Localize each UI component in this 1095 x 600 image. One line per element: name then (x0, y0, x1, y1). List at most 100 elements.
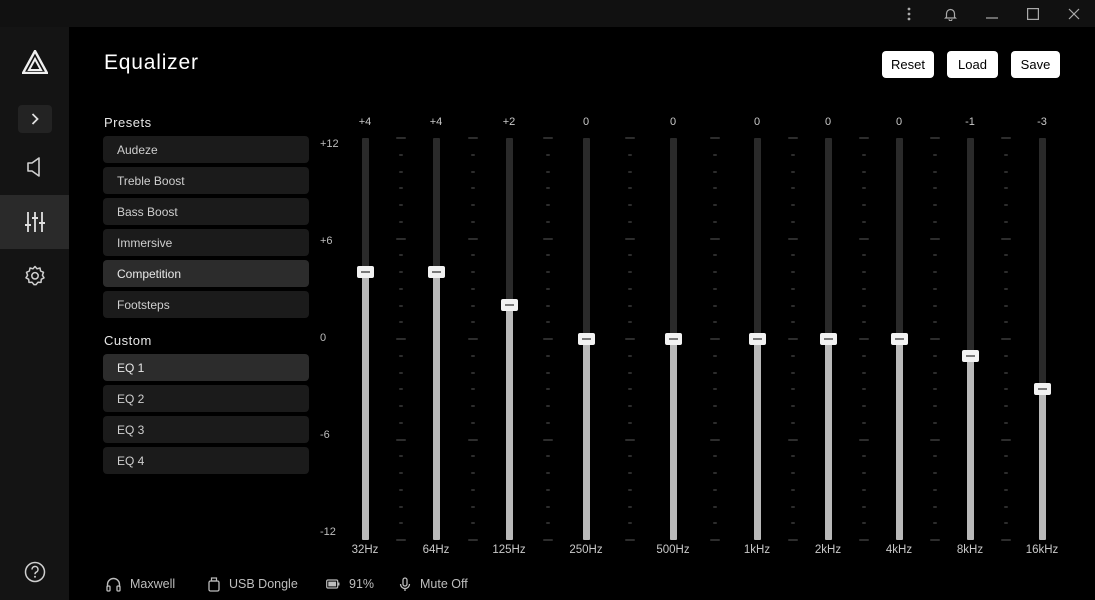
eq-slider-handle[interactable] (665, 333, 682, 345)
save-button[interactable]: Save (1011, 51, 1060, 78)
preset-item-bass-boost[interactable]: Bass Boost (103, 198, 309, 225)
eq-tick (395, 238, 406, 240)
eq-tick (932, 372, 937, 374)
eq-slider-track[interactable] (357, 138, 374, 540)
eq-tick (398, 187, 403, 189)
eq-tick (1004, 187, 1008, 189)
eq-scale-ticks (710, 137, 720, 541)
eq-slider-track[interactable] (962, 138, 979, 540)
eq-scale-ticks (929, 137, 940, 541)
eq-tick (861, 355, 866, 357)
minimize-icon[interactable] (972, 0, 1012, 27)
preset-item-treble-boost[interactable]: Treble Boost (103, 167, 309, 194)
custom-item-eq1[interactable]: EQ 1 (103, 354, 309, 381)
sidebar-item-settings[interactable] (0, 251, 69, 301)
eq-tick (398, 288, 403, 290)
eq-tick (542, 439, 553, 441)
maximize-icon[interactable] (1013, 0, 1053, 27)
eq-slider-handle[interactable] (749, 333, 766, 345)
eq-slider-track[interactable] (578, 138, 595, 540)
eq-tick (470, 187, 475, 189)
eq-band-frequency: 125Hz (492, 544, 526, 556)
status-mic: Mute Off (399, 575, 468, 593)
eq-tick (398, 321, 403, 323)
eq-tick (545, 204, 550, 206)
sliders-icon (24, 212, 45, 232)
eq-tick (470, 388, 475, 390)
custom-item-eq4[interactable]: EQ 4 (103, 447, 309, 474)
eq-slider-track[interactable] (1034, 138, 1051, 540)
sidebar-item-audio[interactable] (0, 142, 69, 192)
eq-slider-track[interactable] (501, 138, 518, 540)
load-button[interactable]: Load (947, 51, 998, 78)
custom-item-eq2[interactable]: EQ 2 (103, 385, 309, 412)
eq-tick (1004, 154, 1008, 156)
eq-tick (861, 321, 866, 323)
eq-slider-handle[interactable] (357, 266, 374, 278)
eq-band: -3 16kHz (1022, 110, 1062, 570)
eq-tick (1004, 506, 1008, 508)
eq-tick (932, 154, 937, 156)
eq-tick (790, 388, 795, 390)
eq-slider-track[interactable] (891, 138, 908, 540)
sidebar-item-equalizer[interactable] (0, 195, 69, 249)
eq-tick (398, 221, 403, 223)
eq-tick (627, 372, 632, 374)
eq-slider-track[interactable] (428, 138, 445, 540)
eq-tick (790, 171, 795, 173)
eq-tick (713, 506, 717, 508)
logo-icon (0, 37, 69, 87)
preset-item-immersive[interactable]: Immersive (103, 229, 309, 256)
eq-tick (627, 221, 632, 223)
eq-tick (790, 305, 795, 307)
sidebar (0, 27, 69, 600)
eq-tick (627, 388, 632, 390)
eq-slider-handle[interactable] (891, 333, 908, 345)
eq-slider-track[interactable] (749, 138, 766, 540)
eq-tick (790, 271, 795, 273)
preset-item-competition[interactable]: Competition (103, 260, 309, 287)
eq-tick (932, 288, 937, 290)
eq-band: 0 1kHz (737, 110, 777, 570)
eq-slider-track[interactable] (665, 138, 682, 540)
status-connection: USB Dongle (208, 575, 298, 593)
sidebar-item-help[interactable] (0, 547, 69, 597)
custom-item-eq3[interactable]: EQ 3 (103, 416, 309, 443)
eq-tick (627, 472, 632, 474)
expand-sidebar-button[interactable] (18, 105, 52, 133)
eq-tick (627, 455, 632, 457)
eq-tick (545, 522, 550, 524)
eq-band-value: -3 (1037, 116, 1047, 128)
eq-slider-handle[interactable] (962, 350, 979, 362)
eq-tick (1001, 238, 1011, 240)
close-icon[interactable] (1054, 0, 1094, 27)
eq-slider-handle[interactable] (578, 333, 595, 345)
eq-slider-handle[interactable] (1034, 383, 1051, 395)
eq-tick (932, 455, 937, 457)
eq-scale-ticks (542, 137, 553, 541)
reset-button[interactable]: Reset (882, 51, 934, 78)
eq-tick (545, 321, 550, 323)
eq-slider-fill (1039, 389, 1046, 540)
more-vertical-icon[interactable] (889, 0, 929, 27)
eq-tick (470, 522, 475, 524)
eq-scale-ticks (787, 137, 798, 541)
eq-tick (932, 522, 937, 524)
eq-band-value: -1 (965, 116, 975, 128)
eq-slider-track[interactable] (820, 138, 837, 540)
eq-band-value: 0 (669, 116, 677, 128)
eq-slider-handle[interactable] (820, 333, 837, 345)
eq-slider-handle[interactable] (428, 266, 445, 278)
eq-tick (790, 489, 795, 491)
eq-tick (710, 238, 720, 240)
preset-item-audeze[interactable]: Audeze (103, 136, 309, 163)
bell-icon[interactable] (930, 0, 970, 27)
eq-tick (932, 254, 937, 256)
preset-item-footsteps[interactable]: Footsteps (103, 291, 309, 318)
eq-tick (861, 422, 866, 424)
eq-tick (790, 355, 795, 357)
eq-tick (624, 439, 635, 441)
eq-slider-handle[interactable] (501, 299, 518, 311)
eq-tick (710, 137, 720, 139)
eq-tick (545, 355, 550, 357)
